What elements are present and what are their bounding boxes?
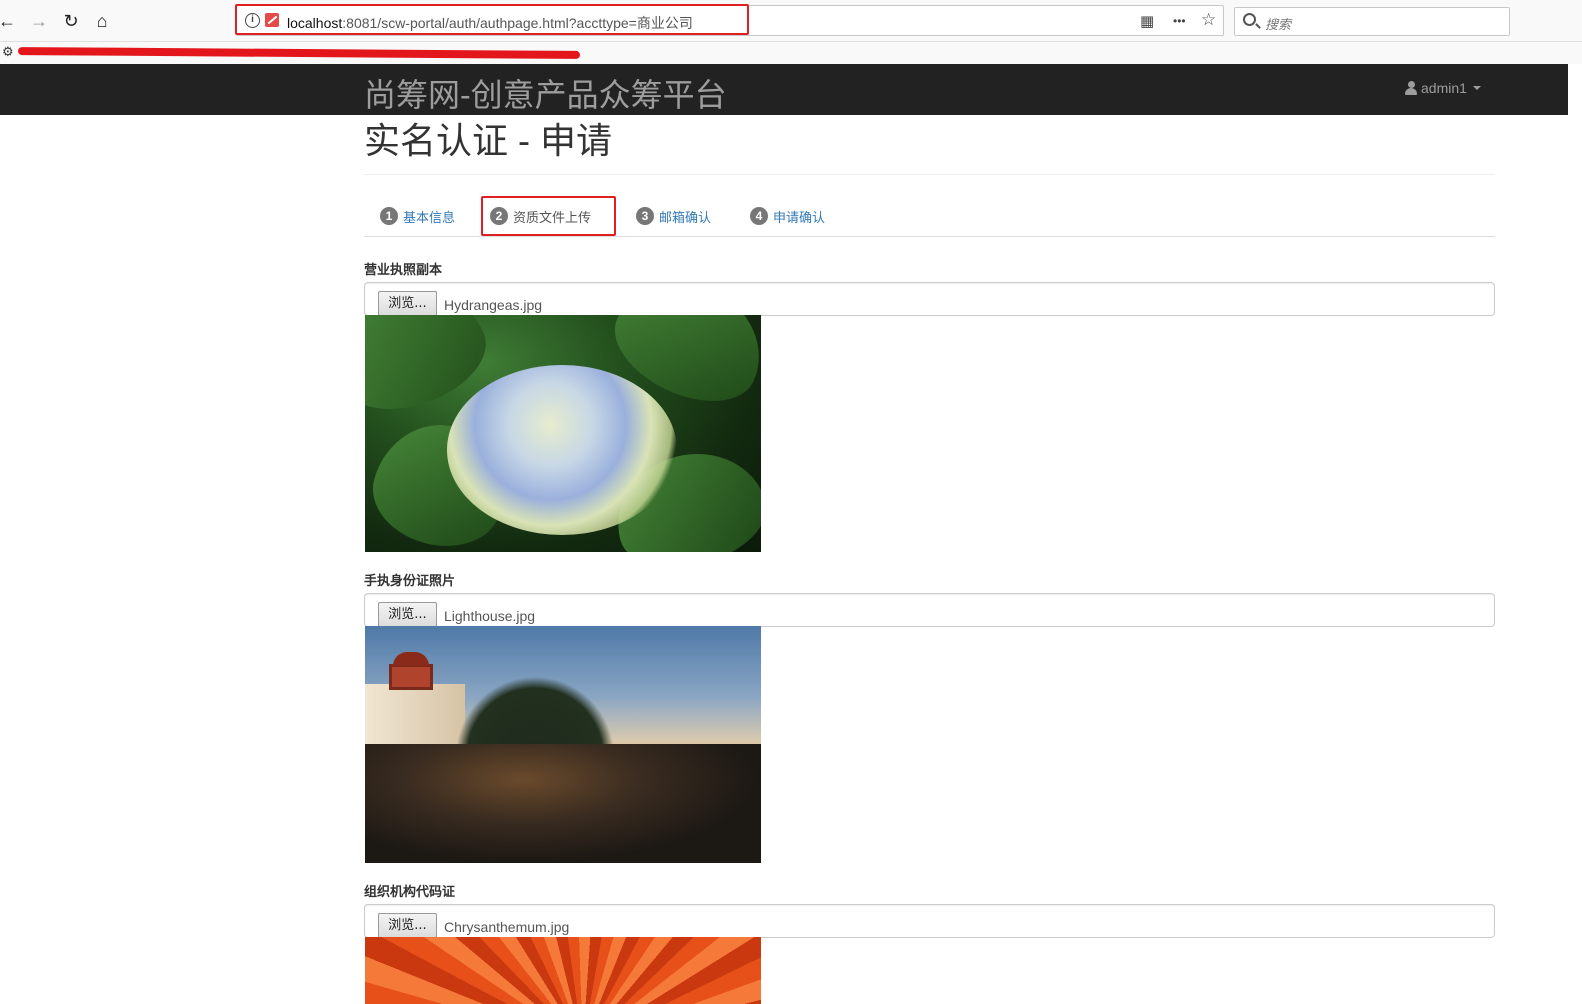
tab-label: 申请确认 [773, 209, 826, 225]
rocky-shore [365, 744, 761, 863]
qr-code-icon[interactable]: ▦ [1140, 12, 1154, 30]
reload-icon[interactable]: ↻ [58, 8, 84, 34]
url-path: :8081/scw-portal/auth/authpage.html?acct… [342, 15, 693, 31]
tab-apply-confirm[interactable]: 4 申请确认 [750, 196, 825, 236]
tab-document-upload[interactable]: 2 资质文件上传 [481, 196, 615, 236]
tab-label: 资质文件上传 [513, 209, 592, 225]
navbar: 尚筹网-创意产品众筹平台 admin1 [0, 64, 1568, 115]
browser-toolbar: ← → ↻ ⌂ i localhost:8081/scw-portal/auth… [0, 0, 1582, 42]
search-bar[interactable]: 搜索 [1234, 7, 1510, 36]
address-bar[interactable]: i localhost:8081/scw-portal/auth/authpag… [236, 5, 1224, 36]
file-name: Hydrangeas.jpg [444, 297, 543, 313]
id-photo-file-input[interactable]: 浏览... Lighthouse.jpg [364, 593, 1495, 627]
browse-button[interactable]: 浏览... [378, 291, 437, 316]
divider [364, 174, 1495, 175]
info-icon[interactable]: i [245, 13, 260, 28]
user-name: admin1 [1421, 80, 1467, 96]
bookmark-star-icon[interactable]: ☆ [1201, 10, 1216, 30]
business-license-label: 营业执照副本 [364, 262, 443, 277]
user-dropdown[interactable]: admin1 [1405, 80, 1481, 96]
browse-button[interactable]: 浏览... [378, 913, 437, 938]
user-icon [1405, 81, 1417, 95]
page-title: 实名认证 - 申请 [364, 120, 612, 161]
lighthouse-lamp [389, 664, 433, 690]
lighthouse-roof [393, 652, 429, 666]
tab-basic-info[interactable]: 1 基本信息 [380, 196, 455, 236]
business-license-file-input[interactable]: 浏览... Hydrangeas.jpg [364, 282, 1495, 316]
step-badge: 1 [380, 207, 398, 225]
browse-button[interactable]: 浏览... [378, 602, 437, 627]
tab-email-confirm[interactable]: 3 邮箱确认 [636, 196, 711, 236]
step-badge: 2 [490, 207, 508, 225]
org-code-label: 组织机构代码证 [364, 884, 456, 899]
org-code-file-input[interactable]: 浏览... Chrysanthemum.jpg [364, 904, 1495, 938]
file-name: Chrysanthemum.jpg [444, 919, 570, 935]
step-tabs: 1 基本信息 2 资质文件上传 3 邮箱确认 4 申请确认 [364, 196, 1495, 237]
redaction-scribble [17, 47, 581, 59]
back-icon[interactable]: ← [0, 8, 20, 34]
hydrangea-flower [447, 365, 677, 535]
bookmarks-bar: ⚙ [0, 42, 1582, 64]
url-host: localhost [287, 15, 343, 31]
forward-icon[interactable]: → [26, 8, 52, 34]
id-photo-label: 手执身份证照片 [364, 573, 456, 588]
insecure-lock-icon[interactable] [265, 13, 279, 27]
step-badge: 3 [636, 207, 654, 225]
gear-icon[interactable]: ⚙ [2, 44, 14, 60]
step-badge: 4 [750, 207, 768, 225]
search-placeholder: 搜索 [1265, 17, 1292, 32]
caret-down-icon [1472, 86, 1481, 90]
tab-label: 邮箱确认 [659, 209, 712, 225]
url-text[interactable]: localhost:8081/scw-portal/auth/authpage.… [287, 13, 693, 33]
business-license-preview-image [365, 315, 761, 552]
id-photo-preview-image [365, 626, 761, 863]
org-code-preview-image [365, 937, 761, 1004]
more-actions-icon[interactable]: ••• [1173, 14, 1186, 28]
file-name: Lighthouse.jpg [444, 608, 536, 624]
home-icon[interactable]: ⌂ [89, 8, 115, 34]
brand-title[interactable]: 尚筹网-创意产品众筹平台 [364, 70, 727, 116]
scrollbar[interactable] [1568, 64, 1582, 1004]
search-icon [1243, 13, 1256, 26]
tab-label: 基本信息 [403, 209, 456, 225]
